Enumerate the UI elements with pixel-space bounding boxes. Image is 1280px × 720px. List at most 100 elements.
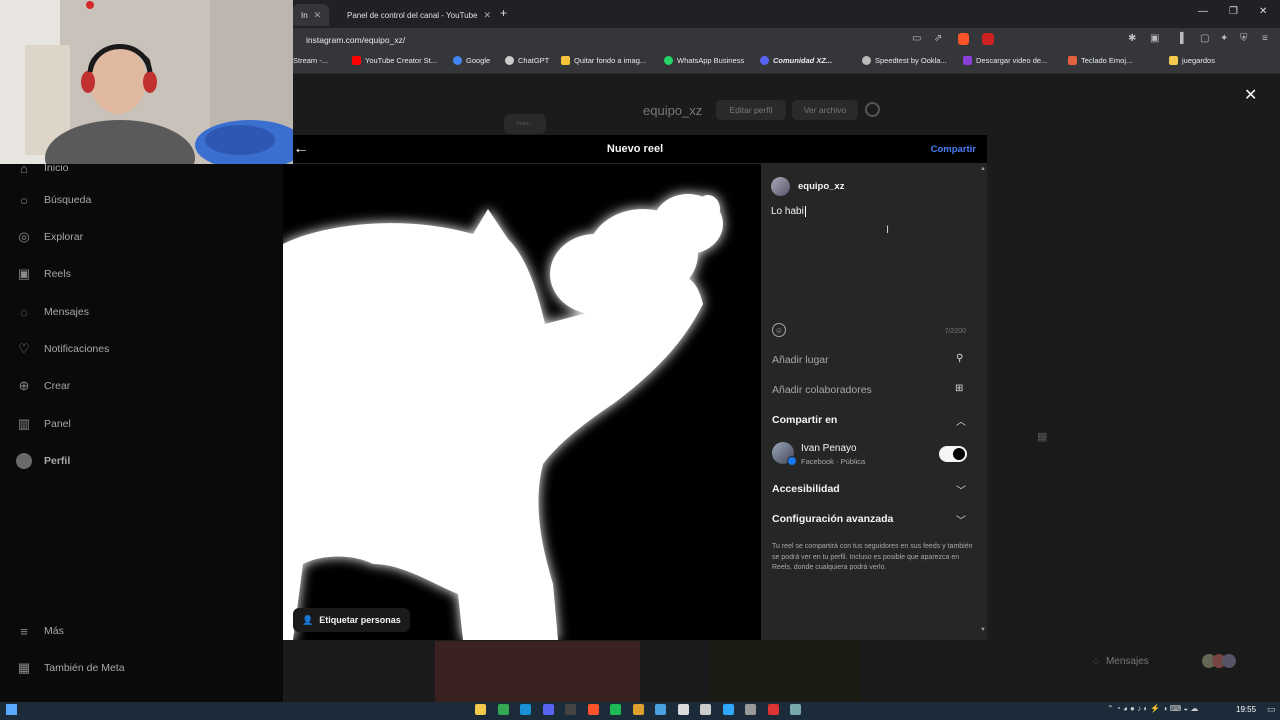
tag-people-label: Etiquetar personas [319, 615, 401, 625]
app-icon[interactable] [632, 704, 644, 715]
bookmark-item[interactable]: Teclado Emoj... [1068, 56, 1132, 65]
sidebar-item-meta[interactable]: ▦ También de Meta [16, 660, 125, 676]
folder-icon [1169, 56, 1178, 65]
reel-preview: 👤 Etiquetar personas [283, 164, 761, 640]
sidebar-item-label: Mensajes [44, 306, 89, 318]
sidebar-item-notifications[interactable]: ♡ Notificaciones [16, 341, 109, 357]
grid-thumbnail[interactable] [710, 641, 860, 702]
tray-icons[interactable]: ⌃ ◔ ◕ ● ♪ ◐ ⚡ ◑ ⌨ ◒ ☁ [1107, 704, 1198, 713]
sidebar-item-dashboard[interactable]: ▥ Panel [16, 416, 71, 432]
close-modal-icon[interactable]: ✕ [1244, 85, 1257, 105]
close-tab-icon[interactable]: ✕ [314, 10, 322, 21]
settings-icon[interactable] [865, 102, 880, 117]
sidebar-toggle-icon[interactable]: ▣ [1150, 33, 1159, 44]
share-to-section[interactable]: Compartir en ︿ [761, 405, 987, 435]
close-window-icon[interactable]: ✕ [1259, 6, 1267, 17]
bookmark-label: Teclado Emoj... [1081, 56, 1133, 65]
sidebar-item-explore[interactable]: ◎ Explorar [16, 229, 83, 245]
brave-rewards-icon[interactable] [982, 33, 994, 45]
bookmark-item[interactable]: Quitar fondo a imag... [561, 56, 646, 65]
sidebar-item-profile[interactable]: Perfil [16, 453, 70, 469]
start-icon[interactable] [6, 704, 17, 715]
bookmark-item[interactable]: WhatsApp Business [664, 56, 744, 65]
caption-input[interactable]: Lo habi [771, 206, 977, 316]
discord-icon[interactable] [542, 704, 554, 715]
tab-youtube[interactable]: Panel de control del canal - YouTube ✕ [333, 4, 493, 26]
app2-icon[interactable] [655, 704, 666, 715]
share-facebook-toggle[interactable] [939, 446, 967, 462]
grid-thumbnail[interactable] [435, 641, 640, 702]
capcut-icon[interactable] [677, 704, 689, 715]
extensions-icon[interactable]: ✱ [1128, 33, 1136, 44]
note-bubble[interactable]: Nota... [504, 114, 546, 134]
obs-icon[interactable] [565, 704, 576, 715]
bookmark-item[interactable]: ChatGPT [505, 56, 549, 65]
bookmark-folder[interactable]: juegardos [1169, 56, 1215, 65]
heart-icon: ♡ [18, 341, 30, 356]
add-location-row[interactable]: Añadir lugar ⚲ [761, 345, 987, 375]
meta-icon: ▦ [17, 660, 31, 675]
scroll-down-icon[interactable]: ▼ [980, 627, 986, 633]
messages-widget-label: Mensajes [1105, 655, 1149, 667]
account-subtitle: Facebook · Pública [801, 457, 866, 466]
chrome-icon[interactable] [497, 704, 509, 715]
edit-profile-button[interactable]: Editar perfil [716, 100, 786, 120]
emoji-icon[interactable]: ☺ [772, 323, 786, 337]
sidebar-item-reels[interactable]: ▣ Reels [16, 266, 71, 282]
bookmark-item[interactable]: Descargar video de... [963, 56, 1047, 65]
menu-icon[interactable]: ≡ [1262, 33, 1268, 44]
wallet-icon[interactable]: ▢ [1200, 33, 1209, 44]
bookmark-item[interactable]: Google [453, 56, 490, 65]
bookmark-item[interactable]: YouTube Creator St... [352, 56, 437, 65]
bookmark-item[interactable]: Comunidad XZ... [760, 56, 832, 65]
photoshop-icon[interactable] [722, 704, 734, 715]
account-name: Ivan Penayo [801, 443, 857, 454]
add-collaborators-row[interactable]: Añadir colaboradores ⊞ [761, 375, 987, 405]
vm-icon[interactable] [700, 704, 711, 715]
clock[interactable]: 19:55 [1236, 705, 1256, 714]
bookmark-label: Google [466, 56, 491, 65]
bookmark-item[interactable]: Speedtest by Ookla... [862, 56, 947, 65]
cast-icon[interactable]: ▭ [912, 33, 921, 44]
file-explorer-icon[interactable] [475, 704, 486, 715]
calculator-icon[interactable] [790, 704, 801, 715]
spotify-icon[interactable] [610, 704, 621, 715]
brave-shield-icon[interactable] [958, 33, 969, 45]
tag-people-button[interactable]: 👤 Etiquetar personas [293, 608, 410, 632]
leo-icon[interactable]: ✦ [1220, 33, 1228, 44]
bookmark-label: Quitar fondo a imag... [574, 56, 647, 65]
messenger-icon: ◌ [1093, 655, 1099, 667]
tab-instagram[interactable]: In ✕ [293, 4, 329, 26]
chevron-up-icon: ︿ [956, 417, 966, 428]
maximize-icon[interactable]: ❐ [1229, 6, 1238, 17]
scroll-up-icon[interactable]: ▲ [980, 166, 986, 172]
keyboard-icon [1068, 56, 1077, 65]
advanced-settings-section[interactable]: Configuración avanzada ﹀ [761, 504, 987, 534]
share-icon[interactable]: ⇗ [934, 33, 942, 44]
sidebar-item-messages[interactable]: ◌ Mensajes [16, 304, 89, 320]
sidebar-item-more[interactable]: ≡ Más [16, 623, 64, 639]
sidebar-item-label: Notificaciones [44, 343, 110, 355]
accessibility-section[interactable]: Accesibilidad ﹀ [761, 474, 987, 504]
close-tab-icon[interactable]: ✕ [483, 10, 491, 21]
terminal-icon[interactable] [745, 704, 756, 715]
notifications-icon[interactable]: ▭ [1267, 704, 1276, 715]
share-button[interactable]: Compartir [931, 144, 976, 155]
url-field[interactable]: instagram.com/equipo_xz/ [306, 35, 405, 45]
view-archive-button[interactable]: Ver archivo [792, 100, 858, 120]
sidebar-item-search[interactable]: ○ Búsqueda [16, 192, 91, 208]
new-tab-button[interactable]: + [500, 6, 507, 20]
vpn-icon[interactable]: ⛨ [1240, 33, 1248, 44]
davinci-icon[interactable] [767, 704, 779, 715]
location-pin-icon: ⚲ [956, 353, 964, 364]
sidebar-item-create[interactable]: ⊕ Crear [16, 378, 71, 394]
plus-square-icon: ⊕ [18, 378, 30, 393]
bookmark-item[interactable]: Stream -... [293, 56, 328, 65]
reading-list-icon[interactable]: ▌ [1180, 33, 1187, 44]
brave-icon[interactable] [587, 704, 599, 715]
minimize-icon[interactable]: — [1198, 6, 1208, 17]
tab-label: In [301, 10, 308, 20]
edge-icon[interactable] [520, 704, 531, 715]
messages-widget[interactable]: ◌ Mensajes [1083, 645, 1246, 677]
chevron-down-icon: ﹀ [956, 486, 966, 497]
